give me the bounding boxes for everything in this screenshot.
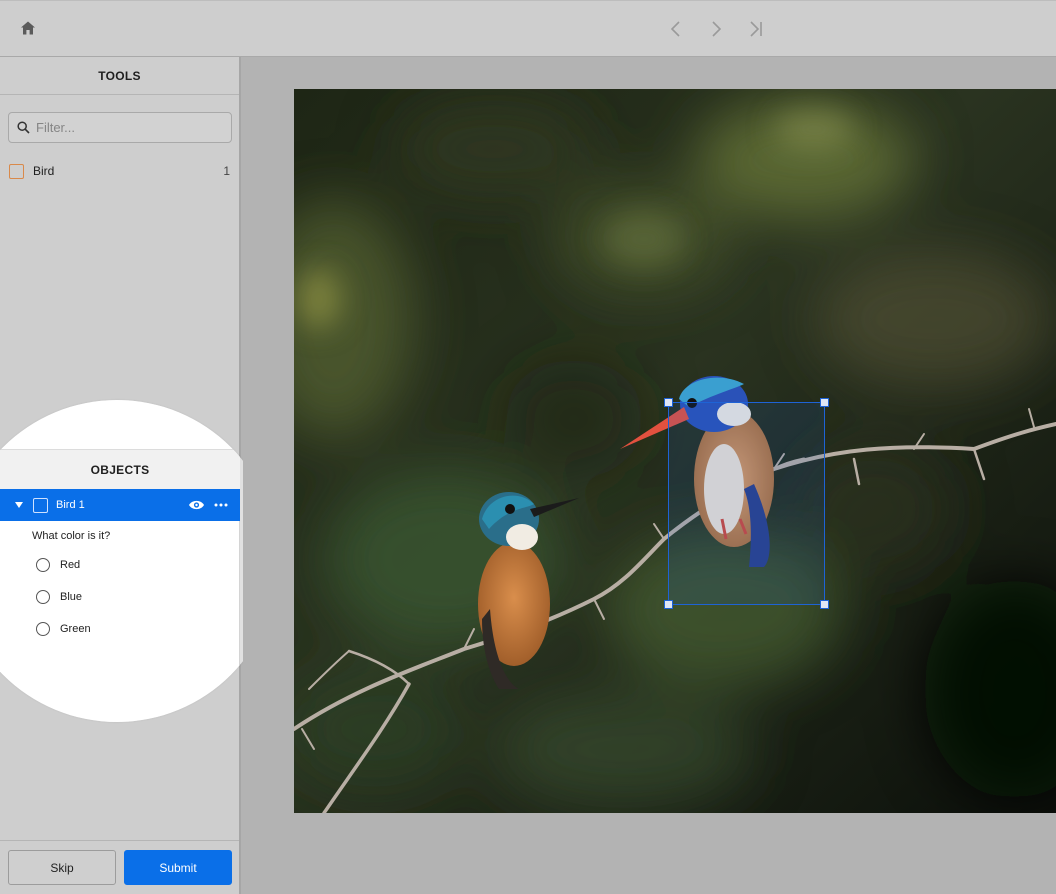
radio-button[interactable] <box>36 590 50 604</box>
filter-field[interactable] <box>8 112 232 143</box>
tool-color-swatch <box>9 163 24 179</box>
top-toolbar <box>0 0 1056 57</box>
action-bar: Skip Submit <box>0 840 239 894</box>
submit-button[interactable]: Submit <box>124 850 232 885</box>
radio-button[interactable] <box>36 558 50 572</box>
home-button[interactable] <box>14 14 42 42</box>
filter-input[interactable] <box>36 120 216 135</box>
radio-label: Blue <box>60 591 83 603</box>
skip-button[interactable]: Skip <box>8 850 116 885</box>
bounding-box-bird-1[interactable] <box>664 398 829 609</box>
radio-button[interactable] <box>36 622 50 636</box>
previous-button[interactable] <box>662 14 690 44</box>
tool-label: Bird <box>33 164 55 178</box>
resize-handle-bottom-left[interactable] <box>664 600 673 609</box>
object-item-bird-1[interactable]: Bird 1 <box>0 489 240 521</box>
radio-option-blue[interactable]: Blue <box>36 588 82 606</box>
search-icon <box>17 121 30 134</box>
objects-header: OBJECTS <box>0 449 240 489</box>
tools-header: TOOLS <box>0 57 239 95</box>
next-button[interactable] <box>702 14 730 44</box>
caret-down-icon[interactable] <box>14 500 24 510</box>
resize-handle-top-left[interactable] <box>664 398 673 407</box>
more-options-icon[interactable] <box>213 498 229 512</box>
last-button[interactable] <box>742 14 770 44</box>
skip-to-end-icon <box>750 21 762 37</box>
tool-item-bird[interactable]: Bird 1 <box>0 159 239 183</box>
resize-handle-bottom-right[interactable] <box>820 600 829 609</box>
attribute-question: What color is it? <box>32 530 111 542</box>
radio-option-green[interactable]: Green <box>36 620 91 638</box>
radio-label: Red <box>60 559 81 571</box>
magnifier-lens: OBJECTS Bird 1 What color is it? Red Blu… <box>0 400 278 722</box>
radio-label: Green <box>60 623 91 635</box>
object-label: Bird 1 <box>56 499 85 511</box>
chevron-left-icon <box>670 21 680 37</box>
objects-panel: OBJECTS Bird 1 What color is it? Red Blu… <box>0 400 240 722</box>
annotated-photo[interactable] <box>294 89 1056 813</box>
home-icon <box>21 21 35 35</box>
eye-icon[interactable] <box>187 498 205 512</box>
resize-handle-top-right[interactable] <box>820 398 829 407</box>
tool-count: 1 <box>223 164 230 178</box>
annotation-canvas[interactable] <box>243 57 1056 894</box>
chevron-right-icon <box>712 21 722 37</box>
radio-option-red[interactable]: Red <box>36 556 80 574</box>
object-color-swatch <box>33 497 48 513</box>
